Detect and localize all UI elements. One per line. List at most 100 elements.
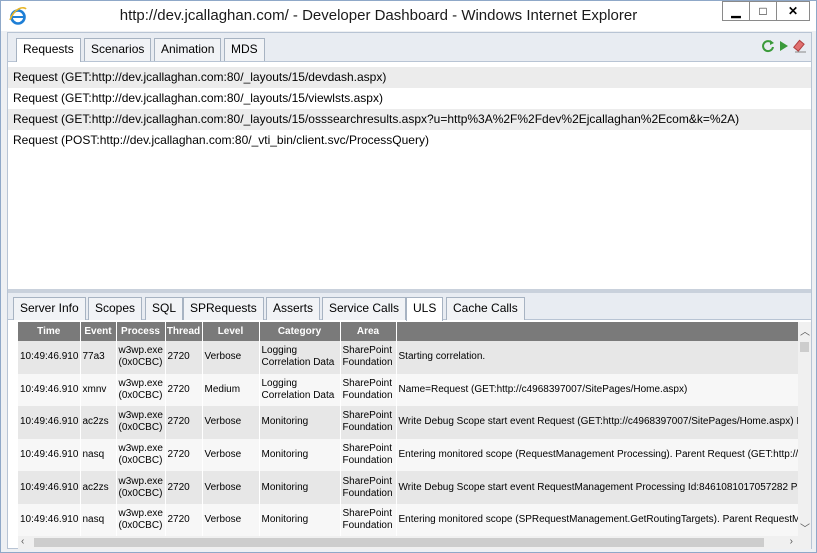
cell-area-text: Foundation	[342, 422, 393, 434]
cell-event: nasq	[80, 503, 117, 536]
uls-row[interactable]: 10:49:46.910 77a3 w3wp.exe (0x0CBC) 2720 Verb…	[18, 341, 809, 374]
play-icon[interactable]	[778, 39, 790, 53]
cell-area: SharePoint Foundation	[340, 341, 397, 374]
cell-time: 10:49:46.910	[18, 438, 81, 472]
cell-category-text: Monitoring	[261, 416, 309, 428]
request-row[interactable]: Request (POST:http://dev.jcallaghan.com:…	[8, 130, 811, 151]
cell-area-text: Foundation	[342, 357, 393, 369]
tab-sprequests[interactable]: SPRequests	[183, 297, 264, 320]
cell-category-text: Correlation Data	[261, 389, 335, 401]
vertical-scroll-thumb[interactable]	[800, 342, 809, 352]
col-message-header[interactable]	[396, 322, 809, 341]
cell-time-text: 10:49:46.910	[20, 416, 79, 428]
cell-message-text: Entering monitored scope (RequestManagem…	[398, 449, 808, 461]
cell-area-text: SharePoint	[342, 410, 392, 422]
cell-area: SharePoint Foundation	[340, 373, 397, 407]
cell-process-text: (0x0CBC)	[118, 455, 163, 467]
col-thread-header[interactable]: Thread	[165, 322, 203, 341]
uls-row[interactable]: 10:49:46.910 ac2zs w3wp.exe (0x0CBC) 2720 Ver…	[18, 406, 809, 439]
request-row[interactable]: Request (GET:http://dev.jcallaghan.com:8…	[8, 109, 811, 130]
col-category-header[interactable]: Category	[259, 322, 341, 341]
scroll-left-icon[interactable]: ‹	[21, 536, 24, 547]
tab-service-calls[interactable]: Service Calls	[322, 297, 407, 320]
cell-process: w3wp.exe (0x0CBC)	[116, 406, 166, 439]
cell-category: Logging Correlation Data	[259, 341, 341, 374]
cell-process: w3wp.exe (0x0CBC)	[116, 438, 166, 472]
cell-process-text: (0x0CBC)	[118, 520, 163, 532]
tab-scopes[interactable]: Scopes	[88, 297, 143, 320]
uls-row[interactable]: 10:49:46.910 nasq w3wp.exe (0x0CBC) 2720 Verb…	[18, 503, 809, 536]
cell-process: w3wp.exe (0x0CBC)	[116, 341, 166, 374]
uls-header-row: Time Event Process Thread Level Category…	[18, 322, 809, 341]
tab-server-info[interactable]: Server Info	[13, 297, 86, 320]
cell-category-text: Monitoring	[261, 514, 309, 526]
vertical-scrollbar[interactable]: ︿ ﹀	[798, 322, 811, 536]
tab-mds[interactable]: MDS	[224, 38, 265, 61]
tab-sql[interactable]: SQL	[145, 297, 184, 320]
developer-dashboard: Requests Scenarios Animation MDS Request	[7, 32, 812, 549]
cell-area-text: Foundation	[342, 455, 393, 467]
cell-time: 10:49:46.910	[18, 341, 81, 374]
col-process-header[interactable]: Process	[116, 322, 166, 341]
cell-message: Entering monitored scope (SPRequestManag…	[396, 503, 809, 536]
tab-animation[interactable]: Animation	[154, 38, 222, 61]
maximize-button[interactable]: □	[749, 1, 777, 21]
cell-event-text: 77a3	[82, 351, 105, 363]
cell-message: Name=Request (GET:http://c4968397007/Sit…	[396, 373, 809, 407]
cell-thread-text: 2720	[167, 514, 190, 526]
cell-category: Monitoring	[259, 471, 341, 504]
cell-process-text: w3wp.exe	[118, 475, 163, 487]
uls-row[interactable]: 10:49:46.910 xmnv w3wp.exe (0x0CBC) 2720 Medi…	[18, 373, 809, 407]
request-row[interactable]: Request (GET:http://dev.jcallaghan.com:8…	[8, 88, 811, 109]
cell-process-text: w3wp.exe	[118, 410, 163, 422]
title-bar: http://dev.jcallaghan.com/ - Developer D…	[1, 1, 816, 31]
cell-area: SharePoint Foundation	[340, 438, 397, 472]
refresh-icon[interactable]	[761, 39, 775, 53]
cell-process: w3wp.exe (0x0CBC)	[116, 503, 166, 536]
close-button[interactable]: ✕	[776, 1, 810, 21]
cell-area-text: SharePoint	[342, 377, 392, 389]
tab-requests[interactable]: Requests	[16, 38, 81, 62]
cell-event: 77a3	[80, 341, 117, 374]
scroll-down-icon[interactable]: ﹀	[800, 520, 810, 535]
cell-area-text: Foundation	[342, 389, 393, 401]
cell-area: SharePoint Foundation	[340, 503, 397, 536]
cell-category: Monitoring	[259, 503, 341, 536]
eraser-icon[interactable]	[793, 39, 807, 53]
cell-category: Logging Correlation Data	[259, 373, 341, 407]
scroll-up-icon[interactable]: ︿	[800, 323, 810, 338]
minimize-button[interactable]: ▁	[722, 1, 750, 21]
tab-asserts[interactable]: Asserts	[266, 297, 321, 320]
uls-row[interactable]: 10:49:46.910 nasq w3wp.exe (0x0CBC) 2720 Verb…	[18, 438, 809, 472]
cell-category-text: Logging	[261, 345, 298, 357]
ie-window: http://dev.jcallaghan.com/ - Developer D…	[0, 0, 817, 553]
request-tabbar: Requests Scenarios Animation MDS	[8, 33, 811, 62]
cell-time: 10:49:46.910	[18, 471, 81, 504]
cell-level-text: Verbose	[204, 449, 242, 461]
cell-process-text: w3wp.exe	[118, 443, 163, 455]
cell-time: 10:49:46.910	[18, 503, 81, 536]
col-area-header[interactable]: Area	[340, 322, 397, 341]
uls-row[interactable]: 10:49:46.910 ac2zs w3wp.exe (0x0CBC) 2720 Ver…	[18, 471, 809, 504]
cell-process-text: (0x0CBC)	[118, 487, 163, 499]
horizontal-scrollbar[interactable]: ‹ ›	[18, 536, 811, 549]
tab-scenarios[interactable]: Scenarios	[84, 38, 152, 61]
cell-thread-text: 2720	[167, 351, 190, 363]
col-time-header[interactable]: Time	[18, 322, 81, 341]
detail-tabbar: Server Info Scopes SQL SPRequests Assert…	[8, 293, 811, 321]
tab-cache-calls[interactable]: Cache Calls	[446, 297, 525, 320]
cell-message-text: Entering monitored scope (SPRequestManag…	[398, 514, 808, 526]
cell-level-text: Verbose	[204, 481, 242, 493]
cell-thread: 2720	[165, 406, 203, 439]
scroll-right-icon[interactable]: ›	[790, 536, 793, 547]
cell-process-text: w3wp.exe	[118, 508, 163, 520]
cell-event-text: nasq	[82, 514, 105, 526]
cell-time-text: 10:49:46.910	[20, 383, 79, 395]
cell-thread-text: 2720	[167, 383, 190, 395]
tab-uls[interactable]: ULS	[406, 297, 444, 321]
col-level-header[interactable]: Level	[202, 322, 260, 341]
request-row[interactable]: Request (GET:http://dev.jcallaghan.com:8…	[8, 67, 811, 88]
horizontal-scroll-thumb[interactable]	[34, 538, 764, 547]
col-event-header[interactable]: Event	[80, 322, 117, 341]
cell-level: Medium	[202, 373, 260, 407]
